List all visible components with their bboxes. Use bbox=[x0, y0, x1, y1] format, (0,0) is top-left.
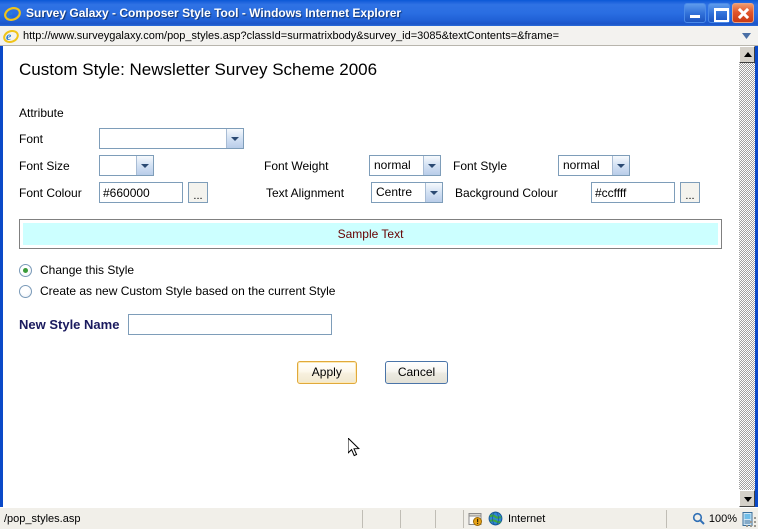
text-alignment-select-value: Centre bbox=[376, 185, 413, 199]
ie-logo-icon: e bbox=[4, 5, 21, 22]
mouse-cursor bbox=[347, 436, 362, 459]
font-style-select[interactable]: normal bbox=[558, 155, 630, 176]
font-weight-select[interactable]: normal bbox=[369, 155, 441, 176]
scrollbar-track[interactable] bbox=[739, 63, 755, 490]
chevron-down-icon bbox=[612, 156, 629, 175]
sample-text-preview: Sample Text bbox=[19, 219, 722, 249]
new-style-name-row: New Style Name bbox=[19, 314, 722, 335]
status-zoom-level: 100% bbox=[708, 512, 737, 525]
status-zone-pane[interactable]: Internet bbox=[463, 509, 666, 528]
maximize-button[interactable] bbox=[708, 3, 730, 23]
font-weight-label: Font Weight bbox=[264, 158, 329, 173]
status-zone-label: Internet bbox=[508, 512, 546, 525]
svg-text:e: e bbox=[6, 29, 12, 43]
text-alignment-select[interactable]: Centre bbox=[371, 182, 443, 203]
client-area: Custom Style: Newsletter Survey Scheme 2… bbox=[0, 46, 758, 507]
globe-icon bbox=[488, 511, 503, 526]
action-buttons: Apply Cancel bbox=[19, 361, 722, 384]
background-colour-picker-button[interactable]: ... bbox=[680, 182, 700, 203]
form-row-colours-alignment: Font Colour ... Text Alignment Centre Ba… bbox=[19, 182, 722, 203]
status-pane-3 bbox=[400, 509, 435, 528]
font-style-select-value: normal bbox=[563, 158, 600, 172]
browser-window: e Survey Galaxy - Composer Style Tool - … bbox=[0, 0, 758, 529]
radio-create-new-style[interactable] bbox=[19, 284, 32, 298]
status-url-pane: /pop_styles.asp bbox=[0, 510, 362, 528]
font-size-select[interactable] bbox=[99, 155, 154, 176]
background-colour-label: Background Colour bbox=[455, 185, 558, 200]
apply-button[interactable]: Apply bbox=[296, 361, 357, 384]
attribute-label: Attribute bbox=[19, 106, 64, 120]
font-size-label: Font Size bbox=[19, 158, 70, 173]
window-controls bbox=[684, 3, 754, 23]
status-pane-2 bbox=[362, 509, 400, 528]
font-label: Font bbox=[19, 131, 44, 146]
font-style-label: Font Style bbox=[453, 158, 508, 173]
vertical-scrollbar[interactable] bbox=[738, 46, 755, 507]
font-colour-label: Font Colour bbox=[19, 185, 82, 200]
address-bar[interactable]: e http://www.surveygalaxy.com/pop_styles… bbox=[0, 26, 758, 46]
chevron-down-icon bbox=[226, 129, 243, 148]
option-create-new-style-label[interactable]: Create as new Custom Style based on the … bbox=[40, 284, 335, 298]
form-row-font: Font bbox=[19, 128, 722, 149]
magnifier-icon bbox=[692, 512, 705, 525]
cancel-button[interactable]: Cancel bbox=[384, 361, 449, 384]
radio-change-style[interactable] bbox=[19, 263, 32, 277]
text-alignment-label: Text Alignment bbox=[266, 185, 345, 200]
option-change-style-label[interactable]: Change this Style bbox=[40, 263, 134, 277]
status-bar: /pop_styles.asp Internet 100% bbox=[0, 507, 758, 529]
chevron-down-icon bbox=[425, 183, 442, 202]
style-form: Attribute Font Font Size Font Weight nor… bbox=[19, 106, 722, 203]
font-weight-select-value: normal bbox=[374, 158, 411, 172]
resize-grip[interactable] bbox=[744, 515, 756, 527]
page-title: Custom Style: Newsletter Survey Scheme 2… bbox=[19, 60, 378, 79]
scroll-up-button[interactable] bbox=[739, 46, 755, 63]
chevron-down-icon bbox=[423, 156, 440, 175]
font-colour-picker-button[interactable]: ... bbox=[188, 182, 208, 203]
window-title: Survey Galaxy - Composer Style Tool - Wi… bbox=[26, 6, 402, 20]
form-row-size-weight-style: Font Size Font Weight normal Font Style bbox=[19, 155, 722, 176]
close-button[interactable] bbox=[732, 3, 754, 23]
svg-text:e: e bbox=[7, 6, 13, 21]
new-style-name-input[interactable] bbox=[128, 314, 333, 335]
status-pane-4 bbox=[435, 509, 463, 528]
status-url: /pop_styles.asp bbox=[4, 512, 81, 525]
new-style-name-label: New Style Name bbox=[19, 317, 120, 332]
background-colour-input[interactable] bbox=[591, 182, 675, 203]
option-change-style[interactable]: Change this Style bbox=[19, 263, 722, 277]
font-select[interactable] bbox=[99, 128, 244, 149]
minimize-button[interactable] bbox=[684, 3, 706, 23]
scroll-down-button[interactable] bbox=[739, 490, 755, 507]
option-create-new-style[interactable]: Create as new Custom Style based on the … bbox=[19, 284, 722, 298]
page-document: Custom Style: Newsletter Survey Scheme 2… bbox=[3, 46, 738, 507]
ie-logo-icon: e bbox=[3, 28, 19, 44]
chevron-down-icon[interactable] bbox=[738, 27, 754, 45]
chevron-down-icon bbox=[136, 156, 153, 175]
security-warning-icon bbox=[468, 512, 482, 526]
address-url[interactable]: http://www.surveygalaxy.com/pop_styles.a… bbox=[23, 30, 738, 42]
title-bar: e Survey Galaxy - Composer Style Tool - … bbox=[0, 0, 758, 26]
sample-text: Sample Text bbox=[337, 227, 404, 241]
font-colour-input[interactable] bbox=[99, 182, 183, 203]
